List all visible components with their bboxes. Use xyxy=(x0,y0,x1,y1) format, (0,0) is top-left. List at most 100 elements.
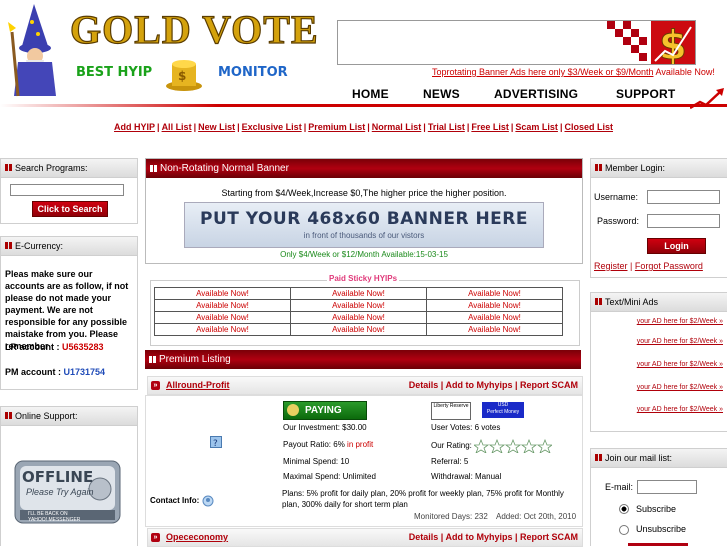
text-ad-link[interactable]: your AD here for $2/Week » xyxy=(637,318,723,325)
forgot-password-link[interactable]: Forgot Password xyxy=(635,261,703,271)
dollar-banner-icon: $ xyxy=(607,21,695,64)
added-date: Added: Oct 20th, 2010 xyxy=(496,512,577,521)
withdrawal: Withdrawal: Manual xyxy=(431,472,502,481)
nav-advertising[interactable]: ADVERTISING xyxy=(494,87,578,101)
email-field[interactable] xyxy=(637,480,697,494)
paying-icon xyxy=(287,404,299,416)
program-screenshot-icon[interactable]: ? xyxy=(210,436,222,448)
banner-price-text: Starting from $4/Week,Increase $0,The hi… xyxy=(221,188,507,198)
pm-account-value: U1731754 xyxy=(63,367,106,377)
paying-status-badge: PAYING xyxy=(283,401,367,420)
link-premium-list[interactable]: Premium List xyxy=(308,122,365,132)
perfect-money-logo: USD Perfect Money xyxy=(482,402,524,418)
banner-offer[interactable]: Only $4/Week or $12/Month Available:15-0… xyxy=(146,250,582,259)
search-panel: Search Programs: Click to Search xyxy=(0,158,138,224)
text-ad-link[interactable]: your AD here for $2/Week » xyxy=(637,361,723,368)
logo-title[interactable]: GOLD VOTE xyxy=(69,9,319,50)
offline-label: OFFLINE xyxy=(22,468,94,486)
sticky-link[interactable]: Available Now! xyxy=(196,301,249,310)
toprot-info: Toprotating Banner Ads here only $3/Week… xyxy=(432,67,715,77)
nav-news[interactable]: NEWS xyxy=(423,87,460,101)
search-button[interactable]: Click to Search xyxy=(32,201,108,217)
sticky-cell: Available Now! xyxy=(426,311,563,324)
our-rating: Our Rating: xyxy=(431,438,554,454)
user-votes: User Votes: 6 votes xyxy=(431,423,501,432)
normal-banner-panel: Non-Rotating Normal Banner Starting from… xyxy=(145,158,583,264)
text-ad-link[interactable]: your AD here for $2/Week » xyxy=(637,338,723,345)
toprot-link[interactable]: Toprotating Banner Ads here only $3/Week… xyxy=(432,67,653,77)
text-ad-link[interactable]: your AD here for $2/Week » xyxy=(637,384,723,391)
program-name[interactable]: Allround-Profit xyxy=(166,377,230,394)
search-input[interactable] xyxy=(10,184,124,196)
password-input[interactable] xyxy=(647,214,720,228)
sticky-link[interactable]: Available Now! xyxy=(332,301,385,310)
sticky-link[interactable]: Available Now! xyxy=(468,289,521,298)
premium-title: Premium Listing xyxy=(145,350,581,369)
sticky-cell: Available Now! xyxy=(426,299,563,312)
program2-expand-icon[interactable]: » xyxy=(151,533,160,542)
sticky-link[interactable]: Available Now! xyxy=(332,313,385,322)
contact-icon[interactable] xyxy=(202,495,214,507)
program-details: ? PAYING Liberty Reserve USD Perfect Mone… xyxy=(145,395,583,527)
wizard-logo-icon xyxy=(8,4,56,97)
offline-sub: Please Try Again xyxy=(26,487,94,497)
sticky-link[interactable]: Available Now! xyxy=(196,289,249,298)
currency-notice: Pleas make sure our accounts are as foll… xyxy=(5,269,129,351)
username-input[interactable] xyxy=(647,190,720,204)
sticky-link[interactable]: Available Now! xyxy=(196,325,249,334)
program2-add-myhyips-link[interactable]: Add to Myhyips xyxy=(445,532,512,542)
lr-account: LR account : U5635283 xyxy=(5,342,104,352)
sticky-cell: Available Now! xyxy=(426,323,563,336)
link-scam-list[interactable]: Scam List xyxy=(515,122,558,132)
link-free-list[interactable]: Free List xyxy=(471,122,509,132)
link-exclusive-list[interactable]: Exclusive List xyxy=(242,122,302,132)
link-all-list[interactable]: All List xyxy=(162,122,192,132)
svg-text:?: ? xyxy=(213,439,218,448)
link-closed-list[interactable]: Closed List xyxy=(564,122,613,132)
text-ad-link[interactable]: your AD here for $2/Week » xyxy=(637,406,723,413)
sticky-link[interactable]: Available Now! xyxy=(468,301,521,310)
liberty-reserve-logo: Liberty Reserve xyxy=(431,402,471,420)
username-label: Username: xyxy=(594,192,639,202)
sticky-panel: Paid Sticky HYIPs Available Now! Availabl… xyxy=(147,274,581,346)
password-label: Password: xyxy=(597,216,640,226)
login-button[interactable]: Login xyxy=(647,238,706,254)
sticky-link[interactable]: Available Now! xyxy=(332,289,385,298)
liberty-reserve-text: Liberty Reserve xyxy=(433,403,469,409)
sticky-link[interactable]: Available Now! xyxy=(332,325,385,334)
program2-name[interactable]: Opececonomy xyxy=(166,529,228,546)
program-expand-icon[interactable]: » xyxy=(151,381,160,390)
sticky-link[interactable]: Available Now! xyxy=(468,313,521,322)
link-trial-list[interactable]: Trial List xyxy=(428,122,465,132)
support-panel-title: Online Support: xyxy=(1,407,137,426)
nav-home[interactable]: HOME xyxy=(352,87,389,101)
sticky-cell: Available Now! xyxy=(426,287,563,300)
pm-account: PM account : U1731754 xyxy=(5,367,105,377)
subscribe-radio[interactable] xyxy=(619,504,629,514)
unsubscribe-label: Unsubscribe xyxy=(636,524,687,534)
program-details-link[interactable]: Details xyxy=(409,380,439,390)
sticky-cell: Available Now! xyxy=(154,323,291,336)
top-rotating-banner[interactable]: $ xyxy=(337,20,696,65)
svg-text:$: $ xyxy=(178,69,186,83)
trend-arrow-icon xyxy=(690,88,724,110)
program2-report-scam-link[interactable]: Report SCAM xyxy=(520,532,578,542)
link-new-list[interactable]: New List xyxy=(198,122,235,132)
svg-text:$: $ xyxy=(659,23,687,64)
search-panel-title: Search Programs: xyxy=(1,159,137,178)
link-normal-list[interactable]: Normal List xyxy=(372,122,422,132)
register-link[interactable]: Register xyxy=(594,261,628,271)
sticky-link[interactable]: Available Now! xyxy=(468,325,521,334)
nav-support[interactable]: SUPPORT xyxy=(616,87,675,101)
sticky-link[interactable]: Available Now! xyxy=(196,313,249,322)
offline-messenger: YAHOO! MESSENGER xyxy=(28,517,81,523)
program-add-myhyips-link[interactable]: Add to Myhyips xyxy=(445,380,512,390)
banner-placeholder[interactable]: PUT YOUR 468x60 BANNER HERE in front of … xyxy=(184,202,544,248)
program-report-scam-link[interactable]: Report SCAM xyxy=(520,380,578,390)
offline-status-badge[interactable]: OFFLINE Please Try Again I'LL BE BACK ON… xyxy=(14,460,121,524)
link-add-hyip[interactable]: Add HYIP xyxy=(114,122,155,132)
unsubscribe-radio[interactable] xyxy=(619,525,629,535)
program2-details-link[interactable]: Details xyxy=(409,532,439,542)
sticky-cell: Available Now! xyxy=(154,287,291,300)
logo-sub-left: BEST HYIP xyxy=(76,65,153,80)
